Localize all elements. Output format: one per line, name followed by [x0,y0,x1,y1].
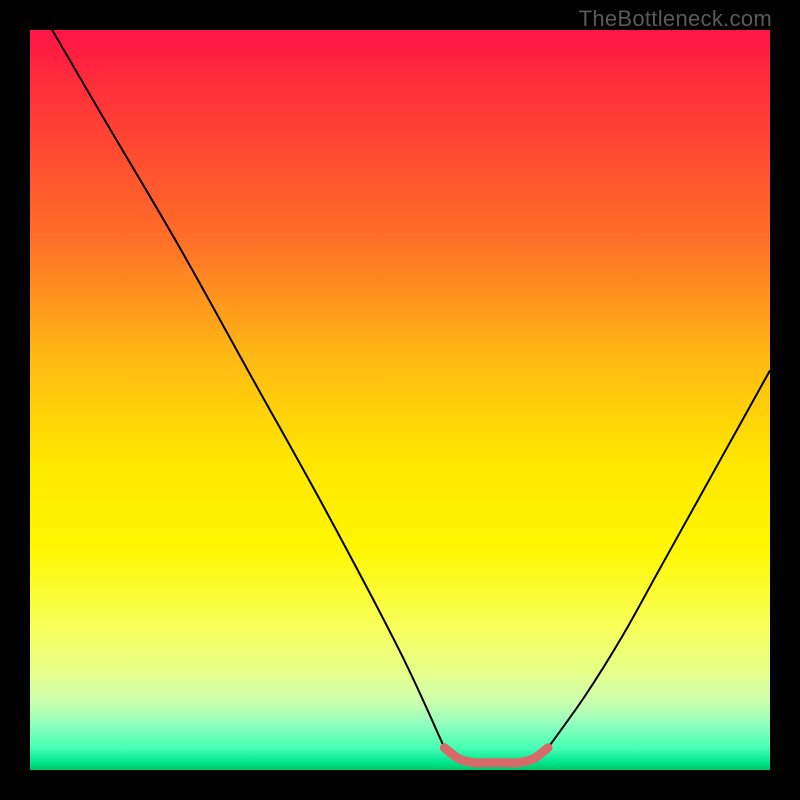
curve-layer [30,30,770,770]
plot-area [30,30,770,770]
chart-frame: TheBottleneck.com [0,0,800,800]
watermark-text: TheBottleneck.com [579,6,772,32]
curve-right-path [548,370,770,747]
curve-left-path [52,30,444,748]
flat-segment-path [444,748,548,763]
